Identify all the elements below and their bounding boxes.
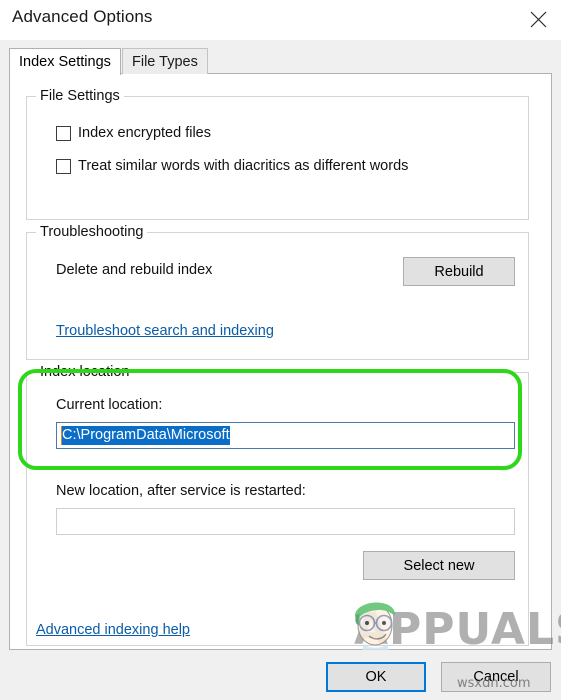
tab-panel-index-settings: File Settings Index encrypted files Trea…	[9, 73, 552, 650]
troubleshoot-search-indexing-link[interactable]: Troubleshoot search and indexing	[56, 323, 274, 339]
close-button[interactable]	[515, 0, 561, 38]
current-location-input[interactable]: C:\ProgramData\Microsoft	[56, 422, 515, 449]
checkbox-treat-diacritics[interactable]: Treat similar words with diacritics as d…	[56, 158, 408, 174]
group-index-location: Index location Current location: C:\Prog…	[26, 364, 529, 646]
checkbox-index-encrypted-files-label: Index encrypted files	[78, 125, 211, 141]
group-file-settings: File Settings Index encrypted files Trea…	[26, 88, 529, 220]
checkbox-box-icon[interactable]	[56, 125, 71, 141]
new-location-label: New location, after service is restarted…	[56, 483, 306, 499]
tab-index-settings[interactable]: Index Settings	[9, 48, 121, 75]
delete-rebuild-index-label: Delete and rebuild index	[56, 262, 213, 278]
new-location-input[interactable]	[56, 508, 515, 535]
checkbox-box-icon[interactable]	[56, 158, 71, 174]
tab-strip: Index Settings File Types	[0, 40, 561, 75]
select-new-button[interactable]: Select new	[363, 551, 515, 580]
rebuild-button[interactable]: Rebuild	[403, 257, 515, 286]
checkbox-index-encrypted-files[interactable]: Index encrypted files	[56, 125, 211, 141]
tab-index-settings-label: Index Settings	[19, 54, 111, 70]
group-file-settings-legend: File Settings	[36, 88, 124, 104]
window-title: Advanced Options	[12, 7, 153, 26]
group-troubleshooting: Troubleshooting Delete and rebuild index…	[26, 224, 529, 360]
tab-file-types[interactable]: File Types	[122, 48, 208, 74]
checkbox-treat-diacritics-label: Treat similar words with diacritics as d…	[78, 158, 409, 174]
title-bar: Advanced Options	[0, 0, 561, 40]
group-troubleshooting-legend: Troubleshooting	[36, 224, 148, 240]
ok-button[interactable]: OK	[326, 662, 426, 692]
close-x-icon	[530, 11, 547, 28]
group-index-location-legend: Index location	[36, 364, 134, 380]
current-location-label: Current location:	[56, 397, 163, 413]
cancel-button[interactable]: Cancel	[441, 662, 551, 692]
current-location-value: C:\ProgramData\Microsoft	[61, 426, 230, 445]
tab-file-types-label: File Types	[132, 54, 198, 70]
advanced-indexing-help-link[interactable]: Advanced indexing help	[36, 622, 190, 638]
